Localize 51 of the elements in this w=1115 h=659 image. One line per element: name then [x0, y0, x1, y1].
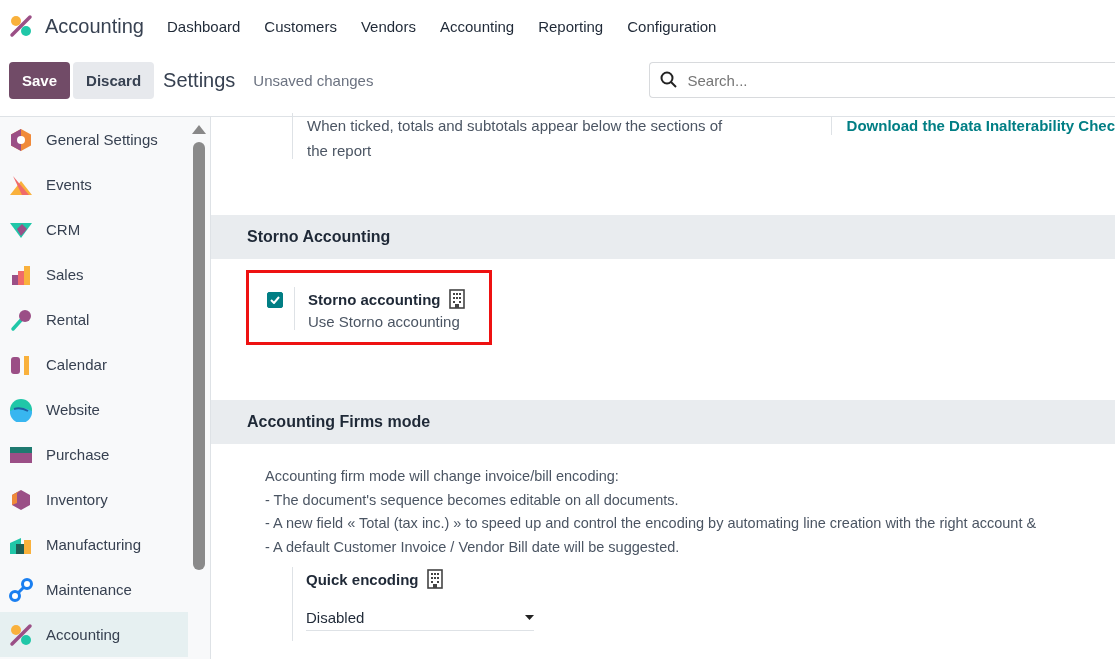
sidebar-item[interactable]: Purchase — [0, 432, 188, 477]
app-name[interactable]: Accounting — [45, 14, 144, 38]
unsaved-status: Unsaved changes — [253, 71, 374, 89]
check-icon — [270, 296, 280, 304]
setting-label: Quick encoding — [306, 570, 419, 588]
download-link[interactable]: Download the Data Inalterability Chec — [846, 117, 1115, 134]
menu-item[interactable]: Accounting — [439, 17, 515, 35]
menu-item[interactable]: Reporting — [538, 17, 604, 35]
menu-item[interactable]: Dashboard — [166, 17, 241, 35]
app-icon — [9, 487, 33, 512]
menu-item[interactable]: Configuration — [627, 17, 717, 35]
app-icon — [9, 397, 33, 422]
app-icon — [9, 622, 33, 647]
sidebar-item[interactable]: Inventory — [0, 477, 188, 522]
scroll-up-icon[interactable] — [192, 125, 206, 134]
menu-item[interactable]: Vendors — [360, 17, 416, 35]
sidebar-item[interactable]: Rental — [0, 297, 188, 342]
sidebar-item[interactable]: Calendar — [0, 342, 188, 387]
sidebar-item[interactable]: Events — [0, 162, 188, 207]
sidebar-item[interactable]: CRM — [0, 207, 188, 252]
sidebar-item[interactable]: Sales — [0, 252, 188, 297]
caret-icon — [525, 615, 534, 620]
app-icon — [9, 577, 33, 602]
app-icon — [9, 307, 33, 332]
menu-item[interactable]: Customers — [264, 17, 337, 35]
description-line: - A default Customer Invoice / Vendor Bill date will be suggested. — [265, 537, 681, 557]
sidebar-item[interactable]: Maintenance — [0, 567, 188, 612]
search-icon — [660, 71, 678, 88]
sidebar-item[interactable]: Manufacturing — [0, 522, 188, 567]
scrollbar-thumb[interactable] — [193, 142, 205, 570]
quick-encoding-select[interactable]: Disabled — [306, 607, 534, 631]
sidebar-item[interactable]: Accounting — [0, 612, 188, 657]
description-line: - The document's sequence becomes editable on all documents. — [265, 490, 680, 510]
save-button[interactable]: Save — [9, 61, 71, 99]
app-logo-icon[interactable] — [9, 14, 33, 38]
setting-label: Storno accounting — [308, 290, 441, 308]
discard-button[interactable]: Discard — [73, 61, 155, 99]
building-icon — [426, 569, 443, 589]
setting-description: When ticked, totals and subtotals appear below the sections of the report — [307, 117, 723, 159]
section-title: Storno Accounting — [247, 228, 391, 246]
checkbox[interactable] — [267, 292, 283, 308]
sidebar-item[interactable]: General Settings — [0, 117, 188, 162]
setting-description: Use Storno accounting — [308, 313, 461, 330]
app-icon — [9, 127, 33, 152]
section-title: Accounting Firms mode — [247, 413, 431, 431]
page-title: Settings — [163, 68, 236, 92]
building-icon — [448, 289, 465, 309]
sidebar-item[interactable]: Website — [0, 387, 188, 432]
description-line: - A new field « Total (tax inc.) » to speed up and control the encoding by automating line creation with the right account & — [265, 514, 1038, 533]
search-field[interactable]: Search... — [649, 62, 1115, 98]
description-line: Accounting firm mode will change invoice/bill encoding: — [265, 467, 620, 486]
